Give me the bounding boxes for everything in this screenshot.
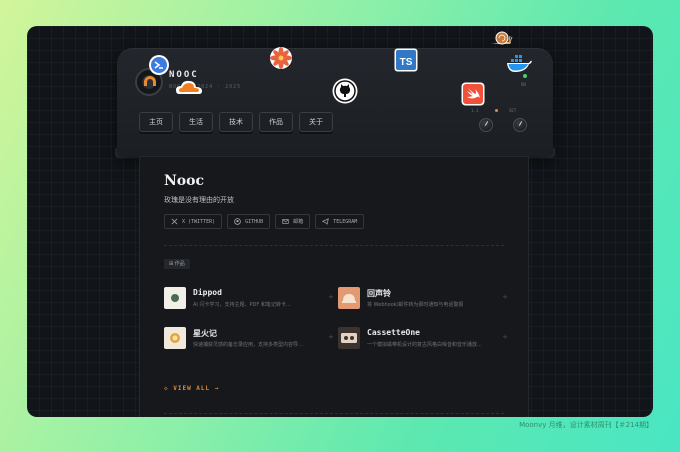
arrow-icon: + xyxy=(328,333,334,341)
nav-home[interactable]: 主页 xyxy=(139,112,173,132)
social-telegram[interactable]: TELEGRAM xyxy=(315,214,365,229)
nav-tech[interactable]: 技术 xyxy=(219,112,253,132)
cassetteone-thumb xyxy=(338,327,360,349)
snail-icon xyxy=(489,30,513,50)
work-desc: 一个模拟磁带机设计的复古风格白噪音和音乐播放… xyxy=(367,342,483,348)
view-all-label: VIEW ALL xyxy=(173,385,211,392)
app-window: NOOC NOOC · 2024 · 2025 主页 生活 技术 作品 关于 1… xyxy=(27,26,653,417)
github-small-icon xyxy=(234,218,241,225)
docker-icon xyxy=(505,52,533,78)
arrow-icon: + xyxy=(502,333,508,341)
echo-bell-thumb xyxy=(338,287,360,309)
knob-right[interactable] xyxy=(513,118,527,132)
x-icon xyxy=(171,218,178,225)
work-title: 回声铃 xyxy=(367,289,391,298)
nav-about[interactable]: 关于 xyxy=(299,112,333,132)
work-title: Dippod xyxy=(193,288,222,297)
knob-left[interactable] xyxy=(479,118,493,132)
work-item-cassetteone[interactable]: CassetteOne 一个模拟磁带机设计的复古风格白噪音和音乐播放… + xyxy=(338,325,508,353)
knob-right-label: SET xyxy=(509,108,517,113)
divider xyxy=(164,245,504,246)
works-section-text: 作品 xyxy=(174,261,185,267)
social-email-label: 邮箱 xyxy=(293,219,304,225)
telegram-icon xyxy=(322,218,330,225)
status-led xyxy=(495,109,498,112)
work-desc: 快速捕获灵感的备忘录应用，支持多类型内容导… xyxy=(193,342,304,348)
typescript-label: TS xyxy=(400,57,413,68)
content-page: Nooc 玫瑰是没有理由的开放 X (TWITTER) GITHUB 邮箱 TE… xyxy=(139,156,529,417)
divider xyxy=(164,413,504,414)
work-desc: 将 Webhook/邮件转为即时通知与电话警报 xyxy=(367,302,464,308)
mail-icon xyxy=(282,219,289,224)
work-item-dippod[interactable]: Dippod AI 闪卡学习，支持主题、PDF 和笔记转卡… + xyxy=(164,285,334,313)
view-all-link[interactable]: ◇ VIEW ALL → xyxy=(164,385,219,392)
work-item-spark-notes[interactable]: 星火记 快速捕获灵感的备忘录应用，支持多类型内容导… + xyxy=(164,325,334,353)
works-section-label: ⊞ 作品 xyxy=(164,259,190,269)
work-title: 星火记 xyxy=(193,329,217,338)
page-subtitle: 玫瑰是没有理由的开放 xyxy=(164,196,234,204)
swift-icon xyxy=(461,82,485,110)
work-title: CassetteOne xyxy=(367,328,420,337)
social-x-label: X (TWITTER) xyxy=(182,218,216,225)
indicator-label: ON xyxy=(521,82,526,87)
work-item-echo-bell[interactable]: 回声铃 将 Webhook/邮件转为即时通知与电话警报 + xyxy=(338,285,508,313)
footer-credit: Moonvy 月维，设计素材周刊【＃214期】 xyxy=(519,421,653,429)
social-github-label: GITHUB xyxy=(245,218,264,225)
social-links: X (TWITTER) GITHUB 邮箱 TELEGRAM xyxy=(164,214,365,229)
github-icon xyxy=(332,78,358,108)
nav-life[interactable]: 生活 xyxy=(179,112,213,132)
social-telegram-label: TELEGRAM xyxy=(333,218,358,225)
cloudflare-icon xyxy=(175,78,203,100)
social-email[interactable]: 邮箱 xyxy=(275,214,311,229)
spark-notes-thumb xyxy=(164,327,186,349)
arrow-icon: + xyxy=(328,293,334,301)
arrow-icon: + xyxy=(502,293,508,301)
social-github[interactable]: GITHUB xyxy=(227,214,271,229)
page-title: Nooc xyxy=(164,173,204,189)
powershell-icon xyxy=(148,54,170,80)
flower-icon xyxy=(269,46,293,74)
dippod-thumb xyxy=(164,287,186,309)
social-x[interactable]: X (TWITTER) xyxy=(164,214,223,229)
main-nav: 主页 生活 技术 作品 关于 xyxy=(139,112,333,132)
work-desc: AI 闪卡学习，支持主题、PDF 和笔记转卡… xyxy=(193,302,291,308)
typescript-icon: TS xyxy=(394,48,418,76)
nav-works[interactable]: 作品 xyxy=(259,112,293,132)
